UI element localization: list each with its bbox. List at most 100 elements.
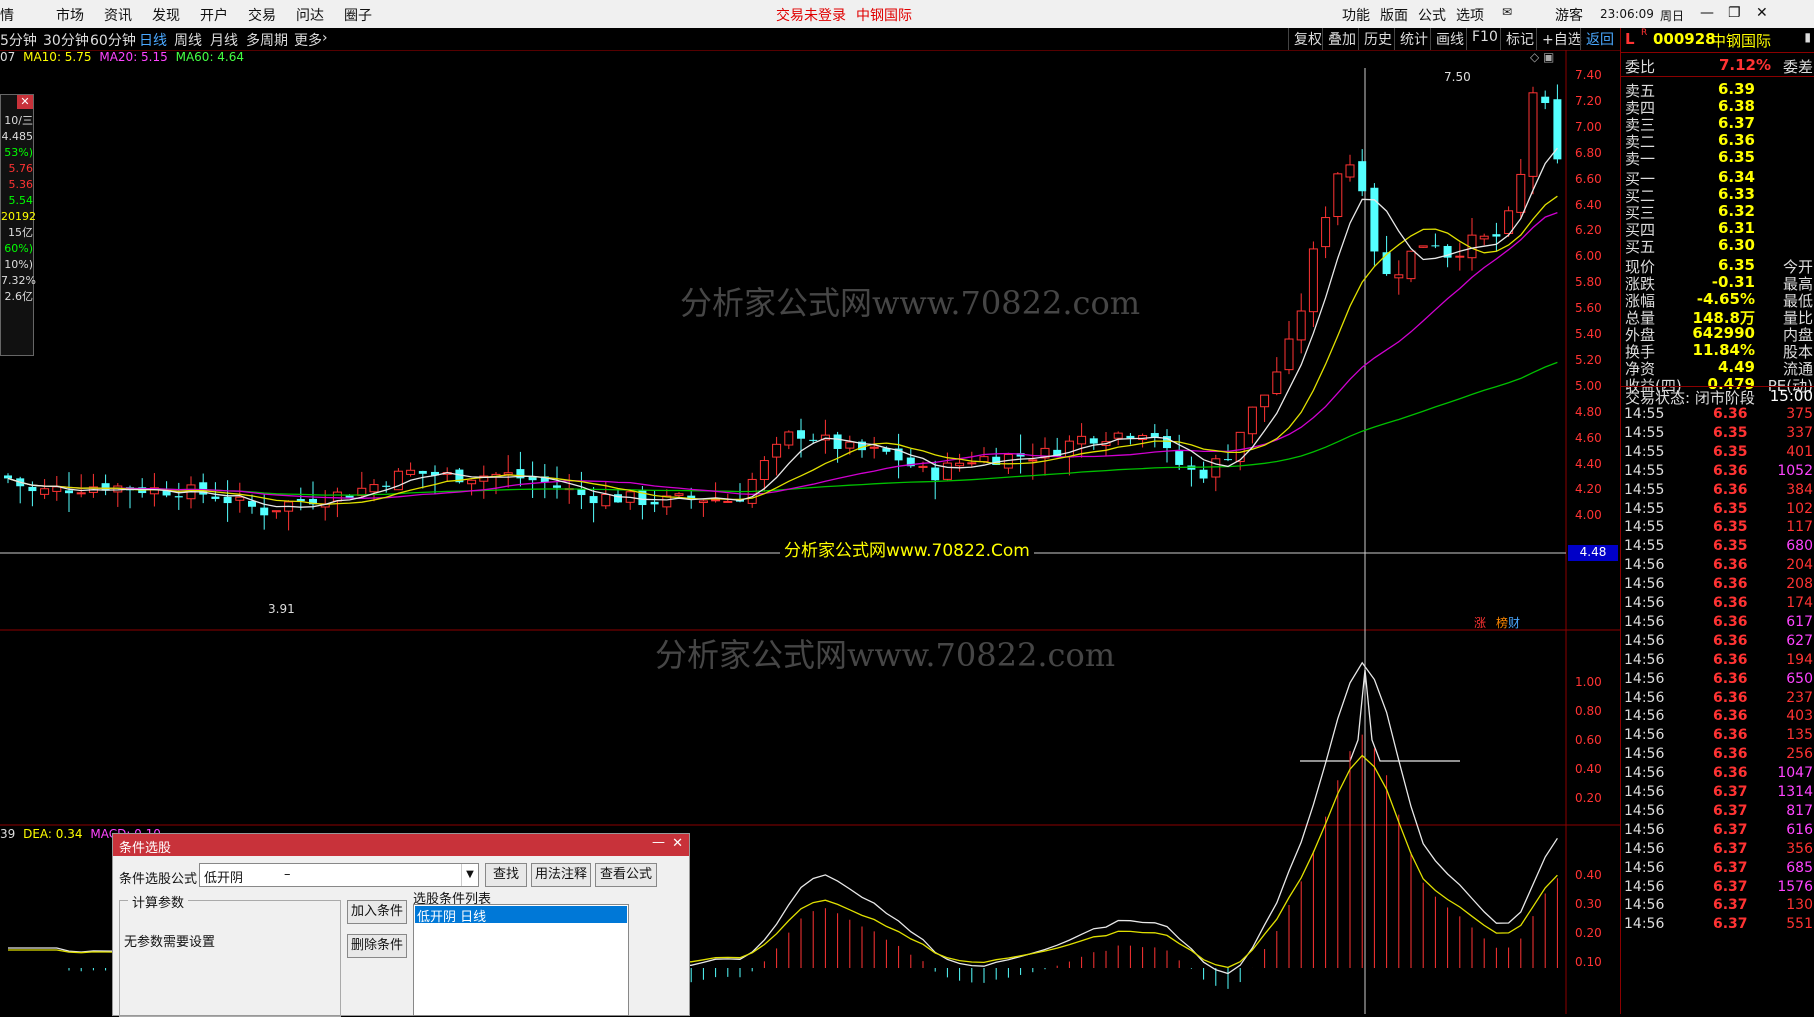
- condition-list[interactable]: 低开阴 日线: [413, 904, 629, 1016]
- tick-row: 14:56 6.37 356: [1621, 841, 1814, 860]
- tick-time: 14:55: [1624, 538, 1665, 555]
- period-monthly[interactable]: 月线: [210, 30, 238, 50]
- candle-body: [1479, 235, 1489, 240]
- menu-trade[interactable]: 交易: [248, 5, 276, 25]
- candle-body: [65, 490, 73, 494]
- menu-news[interactable]: 资讯: [104, 5, 132, 25]
- tick-time: 14:56: [1624, 859, 1665, 876]
- user-name[interactable]: 游客: [1555, 5, 1583, 25]
- menu-options[interactable]: 选项: [1456, 5, 1484, 25]
- tick-price: 6.37: [1713, 821, 1748, 838]
- tick-price: 6.36: [1713, 708, 1748, 725]
- find-button[interactable]: 查找: [485, 863, 527, 887]
- period-more[interactable]: 更多: [294, 30, 322, 50]
- view-formula-button[interactable]: 查看公式: [595, 863, 657, 887]
- dialog-titlebar[interactable]: 条件选股 — ✕: [113, 834, 689, 856]
- current-stock-name: 中钢国际: [856, 8, 912, 24]
- tag-bang[interactable]: 榜: [1496, 614, 1508, 631]
- scrollbar-icon[interactable]: ▮: [1804, 30, 1811, 44]
- menu-open-account[interactable]: 开户: [200, 5, 228, 25]
- menu-layout[interactable]: 版面: [1380, 5, 1408, 25]
- candle-body: [1272, 371, 1282, 395]
- tick-volume: 102: [1786, 500, 1813, 517]
- stat-value: 642990: [1692, 324, 1755, 342]
- tick-volume: 680: [1786, 538, 1813, 555]
- chart-tool-icon[interactable]: ◇ ▣: [1530, 50, 1554, 64]
- tick-price: 6.37: [1713, 859, 1748, 876]
- candle-body: [1528, 92, 1538, 177]
- minimize-icon[interactable]: —: [652, 835, 665, 850]
- formula-select[interactable]: 低开阴 – ▼: [199, 863, 479, 887]
- minimize-icon[interactable]: —: [1700, 5, 1714, 21]
- tick-price: 6.36: [1713, 613, 1748, 630]
- btn-history[interactable]: 历史: [1358, 28, 1397, 50]
- tick-price: 6.36: [1713, 557, 1748, 574]
- period-5min[interactable]: 5分钟: [0, 30, 37, 50]
- chevron-right-icon[interactable]: ›: [322, 30, 328, 46]
- tick-price: 6.37: [1713, 916, 1748, 933]
- tick-row: 14:55 6.35 102: [1621, 501, 1814, 520]
- period-daily[interactable]: 日线: [139, 30, 167, 50]
- menu-wenda[interactable]: 问达: [296, 5, 324, 25]
- tick-price: 6.35: [1713, 424, 1748, 441]
- price-axis-label: 6.20: [1575, 223, 1602, 238]
- menu-circle[interactable]: 圈子: [344, 5, 372, 25]
- tick-price: 6.37: [1713, 840, 1748, 857]
- tick-price: 6.36: [1713, 406, 1748, 422]
- delete-condition-button[interactable]: 删除条件: [347, 934, 407, 958]
- btn-f10[interactable]: F10: [1466, 28, 1503, 50]
- tick-price: 6.36: [1713, 576, 1748, 593]
- usage-button[interactable]: 用法注释: [531, 863, 591, 887]
- restore-icon[interactable]: ❐: [1728, 5, 1741, 21]
- tick-time: 14:55: [1624, 481, 1665, 498]
- info-popup-line: 15亿: [8, 226, 33, 239]
- close-icon[interactable]: ✕: [1756, 5, 1768, 21]
- candle-body: [809, 439, 818, 441]
- menu-market[interactable]: 市场: [56, 5, 84, 25]
- condition-list-item[interactable]: 低开阴 日线: [415, 906, 627, 925]
- clock-weekday: 周日: [1660, 9, 1685, 23]
- period-weekly[interactable]: 周线: [174, 30, 202, 50]
- candle-body: [955, 462, 965, 467]
- mail-icon[interactable]: ✉: [1502, 5, 1512, 19]
- period-30min[interactable]: 30分钟: [43, 30, 89, 50]
- quote-panel: L R 000928 中钢国际 ▮ 委比 7.12% 委差 卖五 6.39 卖四 6.…: [1620, 28, 1814, 1014]
- candle-body: [1431, 245, 1440, 247]
- btn-mark[interactable]: 标记: [1500, 28, 1539, 50]
- indicator-axis-label: 0.20: [1575, 791, 1602, 805]
- period-multi[interactable]: 多周期: [246, 30, 288, 50]
- candle-body: [248, 500, 256, 507]
- menu-formula[interactable]: 公式: [1418, 5, 1446, 25]
- tick-row: 14:55 6.35 337: [1621, 425, 1814, 444]
- watermark: 分析家公式网www.70822.com: [680, 284, 1141, 322]
- quote-header: L R 000928 中钢国际 ▮: [1621, 28, 1814, 53]
- ma20-line: [7, 211, 1558, 499]
- tag-cai[interactable]: 财: [1508, 614, 1520, 631]
- candle-body: [1089, 438, 1098, 444]
- tick-row: 14:55 6.35 401: [1621, 444, 1814, 463]
- tag-zhang[interactable]: 涨: [1474, 614, 1486, 631]
- candle-body: [797, 430, 805, 439]
- close-icon[interactable]: ✕: [17, 95, 33, 109]
- btn-back[interactable]: 返回: [1580, 28, 1619, 50]
- menu-function[interactable]: 功能: [1342, 5, 1370, 25]
- btn-stats[interactable]: 统计: [1394, 28, 1433, 50]
- close-icon[interactable]: ✕: [672, 836, 683, 851]
- candle-body: [1382, 252, 1391, 275]
- tick-time: 14:56: [1624, 708, 1665, 725]
- add-condition-button[interactable]: 加入条件: [347, 900, 407, 924]
- period-60min[interactable]: 60分钟: [90, 30, 136, 50]
- candle-body: [698, 500, 708, 504]
- tick-time: 14:56: [1624, 576, 1665, 593]
- menu-discover[interactable]: 发现: [152, 5, 180, 25]
- top-menu-bar: 情 市场 资讯 发现 开户 交易 问达 圈子 交易未登录 中钢国际 功能 版面 …: [0, 0, 1814, 29]
- menu-clipped[interactable]: 情: [0, 5, 14, 25]
- btn-draw[interactable]: 画线: [1430, 28, 1469, 50]
- candle-body: [260, 507, 269, 516]
- login-status[interactable]: 交易未登录: [776, 5, 846, 25]
- candle-body: [1418, 245, 1428, 248]
- macd-legend-prefix: 39: [0, 827, 16, 841]
- tick-time: 14:55: [1624, 406, 1665, 422]
- btn-overlay[interactable]: 叠加: [1322, 28, 1361, 50]
- chevron-down-icon[interactable]: ▼: [461, 864, 478, 886]
